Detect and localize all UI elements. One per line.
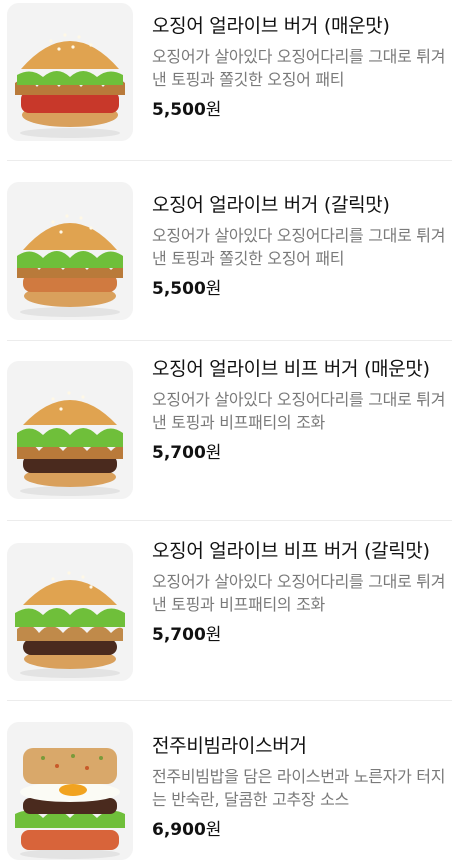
currency-label: 원	[205, 279, 222, 299]
price-value: 5,700	[152, 625, 206, 645]
menu-item-title: 오징어 얼라이브 비프 버거 (매운맛)	[152, 358, 430, 380]
price-value: 5,500	[152, 279, 206, 299]
menu-item-info: 오징어 얼라이브 비프 버거 (갈릭맛) 오징어가 살아있다 오징어다리를 그대…	[152, 538, 452, 647]
menu-list: 오징어 얼라이브 버거 (매운맛) 오징어가 살아있다 오징어다리를 그대로 튀…	[0, 0, 464, 865]
menu-item-description: 오징어가 살아있다 오징어다리를 그대로 튀겨 낸 토핑과 쫄깃한 오징어 패티	[152, 47, 446, 89]
squid-burger-garlic-image	[7, 182, 133, 320]
menu-item-title: 전주비빔라이스버거	[152, 735, 307, 757]
menu-item-description: 오징어가 살아있다 오징어다리를 그대로 튀겨 낸 토핑과 쫄깃한 오징어 패티	[152, 226, 446, 268]
menu-item-price: 5,500원	[152, 98, 452, 122]
divider	[7, 340, 452, 341]
menu-item-description: 오징어가 살아있다 오징어다리를 그대로 튀겨 낸 토핑과 비프패티의 조화	[152, 572, 446, 614]
menu-item-info: 오징어 얼라이브 버거 (매운맛) 오징어가 살아있다 오징어다리를 그대로 튀…	[152, 13, 452, 122]
squid-beef-burger-spicy-image	[7, 361, 133, 499]
menu-item-info: 오징어 얼라이브 버거 (갈릭맛) 오징어가 살아있다 오징어다리를 그대로 튀…	[152, 192, 452, 301]
menu-item-title: 오징어 얼라이브 비프 버거 (갈릭맛)	[152, 540, 430, 562]
divider	[7, 700, 452, 701]
currency-label: 원	[205, 820, 222, 840]
squid-beef-burger-garlic-image	[7, 543, 133, 681]
bibim-rice-burger-image	[7, 722, 133, 860]
divider	[7, 160, 452, 161]
menu-item-price: 5,700원	[152, 623, 452, 647]
menu-item-info: 전주비빔라이스버거 전주비빔밥을 담은 라이스번과 노른자가 터지는 반숙란, …	[152, 733, 452, 842]
price-value: 5,500	[152, 100, 206, 120]
menu-item-title: 오징어 얼라이브 버거 (매운맛)	[152, 15, 390, 37]
menu-item-description: 오징어가 살아있다 오징어다리를 그대로 튀겨 낸 토핑과 비프패티의 조화	[152, 390, 446, 432]
divider	[7, 520, 452, 521]
menu-item-price: 6,900원	[152, 818, 452, 842]
menu-item-price: 5,700원	[152, 441, 452, 465]
menu-item-price: 5,500원	[152, 277, 452, 301]
menu-item-title: 오징어 얼라이브 버거 (갈릭맛)	[152, 194, 390, 216]
currency-label: 원	[205, 100, 222, 120]
menu-item-info: 오징어 얼라이브 비프 버거 (매운맛) 오징어가 살아있다 오징어다리를 그대…	[152, 356, 452, 465]
currency-label: 원	[205, 625, 222, 645]
price-value: 6,900	[152, 820, 206, 840]
price-value: 5,700	[152, 443, 206, 463]
menu-item-description: 전주비빔밥을 담은 라이스번과 노른자가 터지는 반숙란, 달콤한 고추장 소스	[152, 767, 446, 809]
squid-burger-spicy-image	[7, 3, 133, 141]
currency-label: 원	[205, 443, 222, 463]
